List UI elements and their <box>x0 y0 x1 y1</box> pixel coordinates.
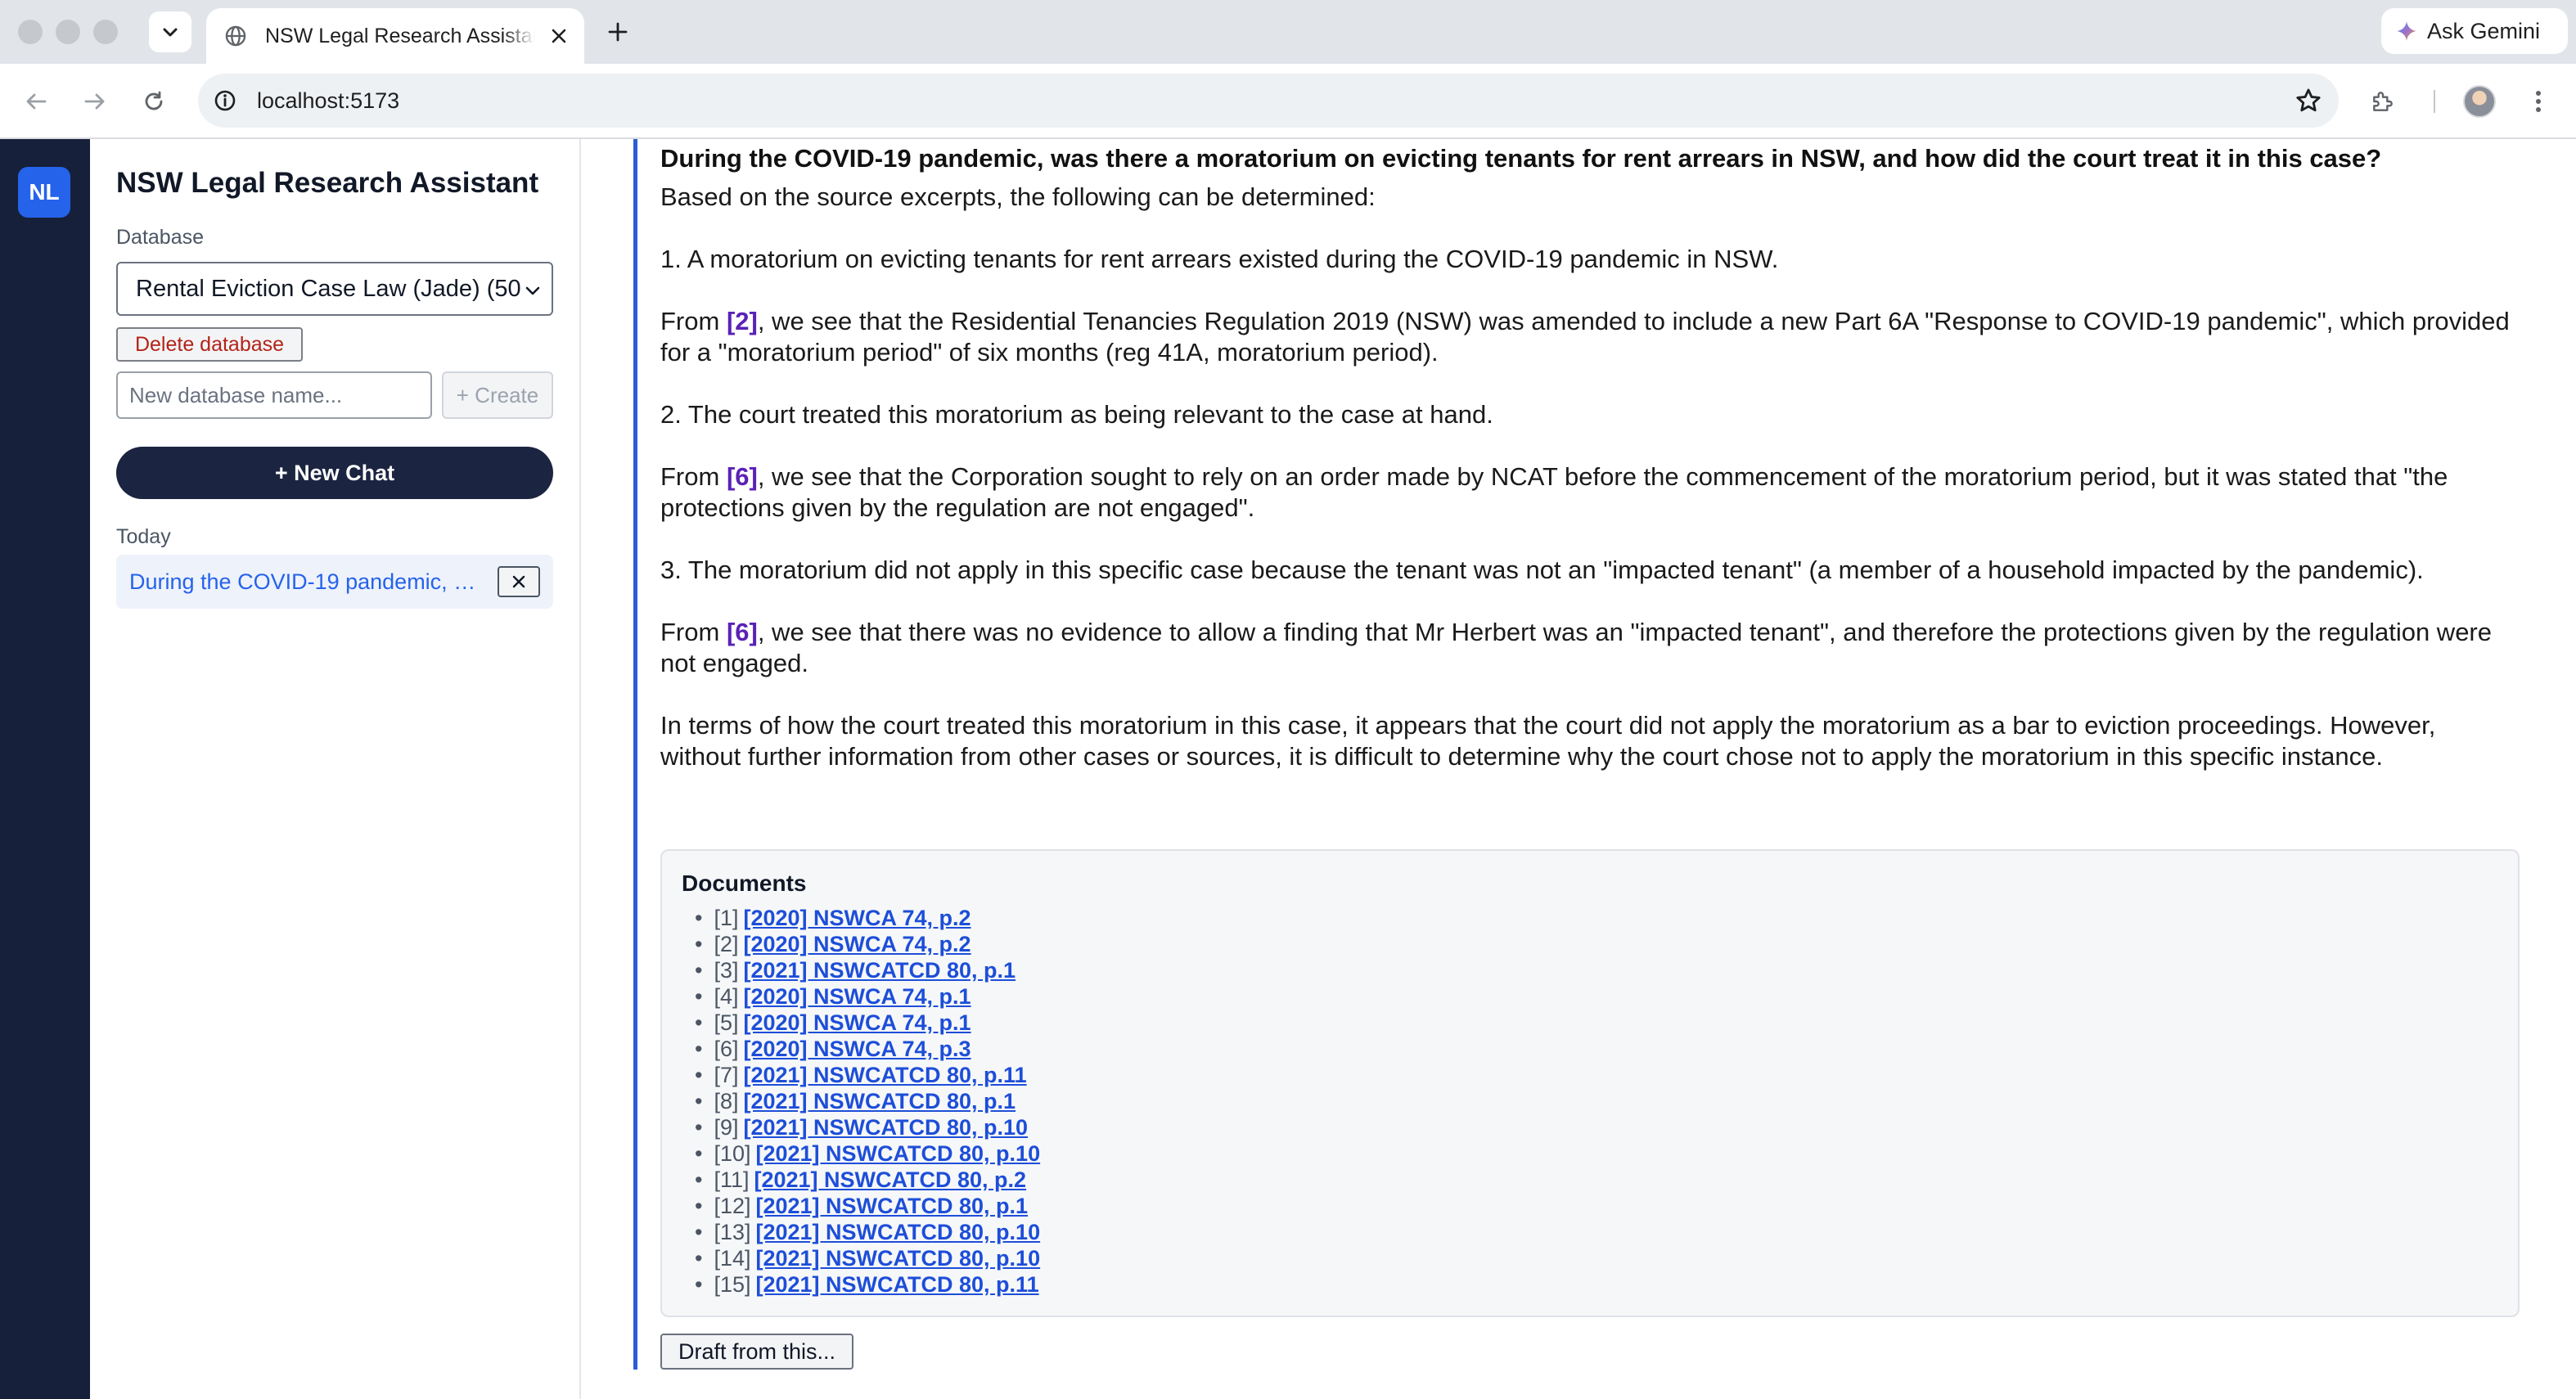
document-link[interactable]: [2021] NSWCATCD 80, p.10 <box>756 1141 1041 1166</box>
answer-paragraph-2: From [2], we see that the Residential Te… <box>660 307 2510 367</box>
chat-history-item[interactable]: During the COVID-19 pandemic, was there … <box>116 555 553 609</box>
app-logo[interactable]: NL <box>18 167 70 218</box>
info-icon[interactable] <box>213 88 237 113</box>
document-item: [4][2020] NSWCA 74, p.1 <box>695 983 2518 1010</box>
document-link[interactable]: [2020] NSWCA 74, p.1 <box>743 1010 971 1035</box>
app-rail: NL <box>0 139 90 1399</box>
document-item: [5][2020] NSWCA 74, p.1 <box>695 1010 2518 1036</box>
document-link[interactable]: [2020] NSWCA 74, p.2 <box>743 932 971 956</box>
documents-title: Documents <box>682 870 807 896</box>
question-heading: During the COVID-19 pandemic, was there … <box>660 144 2382 173</box>
documents-list: [1][2020] NSWCA 74, p.2 [2][2020] NSWCA … <box>682 905 2518 1298</box>
document-item: [13][2021] NSWCATCD 80, p.10 <box>695 1219 2518 1245</box>
document-item: [14][2021] NSWCATCD 80, p.10 <box>695 1245 2518 1271</box>
address-bar[interactable]: localhost:5173 <box>198 74 2339 128</box>
answer-intro: Based on the source excerpts, the follow… <box>660 182 1376 211</box>
browser-toolbar: localhost:5173 <box>0 64 2576 139</box>
document-item: [6][2020] NSWCA 74, p.3 <box>695 1036 2518 1062</box>
document-link[interactable]: [2021] NSWCATCD 80, p.1 <box>743 1089 1016 1113</box>
document-item: [12][2021] NSWCATCD 80, p.1 <box>695 1193 2518 1219</box>
browser-tab-active[interactable]: NSW Legal Research Assistant <box>206 8 584 64</box>
forward-icon[interactable] <box>79 85 111 118</box>
chat-history-label: During the COVID-19 pandemic, was there … <box>129 569 489 594</box>
globe-icon <box>225 25 246 47</box>
close-icon[interactable] <box>547 24 571 48</box>
document-item: [3][2021] NSWCATCD 80, p.1 <box>695 957 2518 983</box>
today-label: Today <box>116 525 171 548</box>
tab-title: NSW Legal Research Assistant <box>265 24 535 47</box>
document-item: [8][2021] NSWCATCD 80, p.1 <box>695 1088 2518 1114</box>
delete-database-button[interactable]: Delete database <box>116 327 303 362</box>
document-link[interactable]: [2021] NSWCATCD 80, p.1 <box>756 1194 1029 1218</box>
close-icon <box>512 575 525 588</box>
answer-paragraph-6: From [6], we see that there was no evide… <box>660 618 2492 677</box>
document-link[interactable]: [2021] NSWCATCD 80, p.10 <box>743 1115 1028 1140</box>
delete-chat-button[interactable] <box>498 566 540 597</box>
menu-icon[interactable] <box>2522 85 2555 118</box>
extensions-icon[interactable] <box>2367 85 2399 118</box>
citation-link[interactable]: [6] <box>727 462 758 491</box>
document-item: [15][2021] NSWCATCD 80, p.11 <box>695 1271 2518 1298</box>
document-link[interactable]: [2020] NSWCA 74, p.3 <box>743 1037 971 1061</box>
document-item: [10][2021] NSWCATCD 80, p.10 <box>695 1140 2518 1167</box>
citation-link[interactable]: [6] <box>727 618 758 646</box>
browser-tab-strip: NSW Legal Research Assistant Ask Gemini <box>0 0 2576 64</box>
star-icon[interactable] <box>2295 87 2322 115</box>
document-link[interactable]: [2021] NSWCATCD 80, p.11 <box>743 1063 1026 1087</box>
chevron-down-icon <box>522 280 543 301</box>
create-database-button[interactable]: + Create <box>442 371 553 419</box>
database-select[interactable]: Rental Eviction Case Law (Jade) (50 <box>116 262 553 316</box>
document-item: [1][2020] NSWCA 74, p.2 <box>695 905 2518 931</box>
answer-block: During the COVID-19 pandemic, was there … <box>633 139 2548 1370</box>
document-link[interactable]: [2021] NSWCATCD 80, p.11 <box>756 1272 1039 1297</box>
toolbar-separator <box>2434 90 2435 113</box>
answer-paragraph-4: From [6], we see that the Corporation so… <box>660 462 2448 522</box>
document-item: [2][2020] NSWCA 74, p.2 <box>695 931 2518 957</box>
document-link[interactable]: [2021] NSWCATCD 80, p.2 <box>754 1167 1026 1192</box>
profile-avatar[interactable] <box>2463 85 2496 118</box>
app-title: NSW Legal Research Assistant <box>116 167 539 199</box>
chat-main: During the COVID-19 pandemic, was there … <box>583 139 2576 1399</box>
new-database-name-input[interactable] <box>116 371 432 419</box>
plus-icon[interactable] <box>601 15 635 49</box>
answer-body: Based on the source excerpts, the follow… <box>660 182 2510 772</box>
new-chat-button[interactable]: + New Chat <box>116 447 553 499</box>
documents-panel: Documents [1][2020] NSWCA 74, p.2 [2][20… <box>660 849 2520 1317</box>
tab-search-icon[interactable] <box>149 11 191 52</box>
document-item: [7][2021] NSWCATCD 80, p.11 <box>695 1062 2518 1088</box>
window-close-control[interactable] <box>18 20 43 44</box>
gemini-icon <box>2397 21 2416 41</box>
document-item: [9][2021] NSWCATCD 80, p.10 <box>695 1114 2518 1140</box>
document-link[interactable]: [2021] NSWCATCD 80, p.10 <box>756 1220 1041 1244</box>
ask-gemini-button[interactable]: Ask Gemini <box>2381 8 2568 54</box>
document-link[interactable]: [2021] NSWCATCD 80, p.1 <box>743 958 1016 983</box>
answer-conclusion: In terms of how the court treated this m… <box>660 711 2436 771</box>
reload-icon[interactable] <box>137 85 170 118</box>
ask-gemini-label: Ask Gemini <box>2427 18 2541 43</box>
answer-point-2: 2. The court treated this moratorium as … <box>660 400 1493 429</box>
database-label: Database <box>116 226 205 249</box>
url-text: localhost:5173 <box>257 88 400 113</box>
window-minimize-control[interactable] <box>56 20 80 44</box>
sidebar: NSW Legal Research Assistant Database Re… <box>90 139 581 1399</box>
answer-point-1: 1. A moratorium on evicting tenants for … <box>660 245 1779 273</box>
window-zoom-control[interactable] <box>93 20 118 44</box>
answer-point-3: 3. The moratorium did not apply in this … <box>660 556 2424 584</box>
back-icon[interactable] <box>20 85 52 118</box>
citation-link[interactable]: [2] <box>727 307 758 335</box>
document-link[interactable]: [2021] NSWCATCD 80, p.10 <box>756 1246 1041 1271</box>
database-selected-value: Rental Eviction Case Law (Jade) (50 <box>136 275 521 302</box>
draft-from-this-button[interactable]: Draft from this... <box>660 1334 853 1370</box>
document-item: [11][2021] NSWCATCD 80, p.2 <box>695 1167 2518 1193</box>
document-link[interactable]: [2020] NSWCA 74, p.1 <box>743 984 971 1009</box>
document-link[interactable]: [2020] NSWCA 74, p.2 <box>743 906 971 930</box>
